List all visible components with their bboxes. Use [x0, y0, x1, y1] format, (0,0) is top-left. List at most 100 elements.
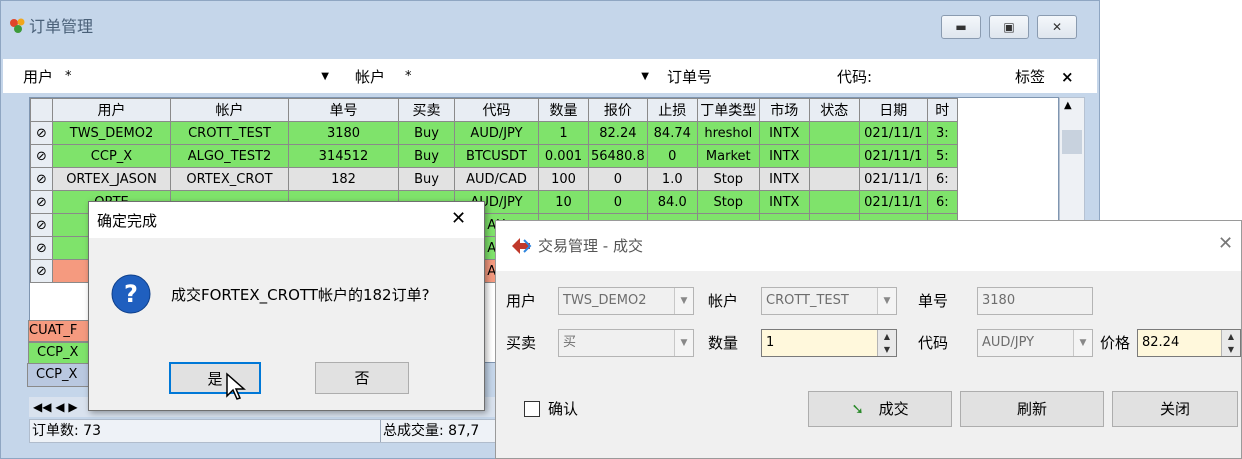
table-cell: 84.74	[646, 121, 698, 145]
confirm-dialog-header: 确定完成 ✕	[89, 202, 484, 238]
table-cell: INTX	[758, 167, 810, 191]
code-select[interactable]: AUD/JPY ▼	[977, 329, 1093, 357]
table-cell: 314512	[288, 144, 399, 168]
fill-button[interactable]: ➘ 成交	[808, 391, 952, 427]
code-value: AUD/JPY	[982, 335, 1035, 350]
trade-app-icon	[510, 236, 532, 256]
code-filter-input[interactable]	[893, 65, 1003, 89]
table-cell: 0	[646, 144, 698, 168]
fill-button-label: 成交	[878, 400, 909, 418]
row-status-icon: ⊘	[30, 121, 53, 145]
table-cell: Market	[696, 144, 760, 168]
account-filter-input[interactable]: * ▼	[405, 65, 655, 89]
column-header[interactable]: 用户	[52, 98, 171, 122]
table-cell: INTX	[758, 121, 810, 145]
column-header[interactable]: 代码	[454, 98, 539, 122]
price-stepper[interactable]: 82.24 ▲ ▼	[1137, 329, 1241, 357]
price-value: 82.24	[1142, 335, 1180, 350]
no-button[interactable]: 否	[315, 362, 409, 394]
chevron-down-icon[interactable]: ▼	[674, 288, 693, 314]
table-cell: Buy	[398, 144, 455, 168]
price-label: 价格	[1100, 334, 1131, 352]
close-button[interactable]: 关闭	[1112, 391, 1238, 427]
next-record-icon[interactable]: ▶	[68, 400, 77, 414]
app-logo-icon	[9, 17, 27, 35]
table-cell	[808, 144, 860, 168]
maximize-button[interactable]: ▣	[989, 15, 1029, 39]
column-header[interactable]: 止损	[646, 98, 698, 122]
user-dropdown-icon[interactable]: ▼	[321, 65, 329, 89]
column-header[interactable]: 单号	[288, 98, 399, 122]
chevron-down-icon[interactable]: ▼	[1073, 330, 1092, 356]
table-cell: ORTEX_CROT	[170, 167, 289, 191]
column-header[interactable]: 买卖	[398, 98, 455, 122]
code-filter-label: 代码:	[837, 68, 873, 86]
table-cell: AUD/CAD	[454, 167, 539, 191]
column-header[interactable]: 状态	[808, 98, 860, 122]
table-row[interactable]: ⊘ TWS_DEMO2 CROTT_TEST 3180 Buy AUD/JPY 1 82.24…	[30, 121, 958, 145]
account-dropdown-icon[interactable]: ▼	[641, 65, 649, 89]
yes-button[interactable]: 是	[169, 362, 261, 394]
table-cell: INTX	[758, 190, 810, 214]
chevron-down-icon[interactable]: ▼	[877, 288, 896, 314]
stepper-arrows-icon[interactable]: ▲ ▼	[1221, 330, 1240, 356]
row-status-icon: ⊘	[30, 190, 53, 214]
chevron-down-icon[interactable]: ▼	[674, 330, 693, 356]
table-cell: 82.24	[588, 121, 648, 145]
user-label: 用户	[506, 292, 537, 310]
scroll-up-icon[interactable]: ▲	[1064, 100, 1072, 111]
confirm-checkbox[interactable]	[524, 401, 540, 417]
row-status-icon: ⊘	[30, 236, 53, 260]
column-header[interactable]: 日期	[858, 98, 928, 122]
column-header[interactable]: 数量	[538, 98, 589, 122]
list-item: CCP_X	[37, 345, 79, 360]
table-cell: 6:	[926, 190, 958, 214]
user-filter-input[interactable]: * ▼	[65, 65, 335, 89]
table-cell: 56480.8	[588, 144, 648, 168]
table-cell: 0	[588, 167, 648, 191]
table-cell: 3:	[926, 121, 958, 145]
close-window-button[interactable]: ✕	[1037, 15, 1077, 39]
order-field[interactable]: 3180	[977, 287, 1093, 315]
column-header[interactable]: 时	[926, 98, 958, 122]
prev-record-icon[interactable]: ◀	[55, 400, 64, 414]
table-cell: INTX	[758, 144, 810, 168]
stepper-arrows-icon[interactable]: ▲ ▼	[877, 330, 896, 356]
table-row[interactable]: ⊘ ORTEX_JASON ORTEX_CROT 182 Buy AUD/CAD 100 0 1…	[30, 167, 958, 191]
first-record-icon[interactable]: ◀◀	[29, 400, 51, 414]
table-row[interactable]: CCP_X	[27, 363, 97, 387]
user-filter-value: *	[65, 69, 72, 84]
order-number-input[interactable]	[731, 65, 821, 89]
side-label: 买卖	[506, 334, 537, 352]
confirm-message: 成交FORTEX_CROTT帐户的182订单?	[171, 286, 430, 304]
table-cell: Buy	[398, 167, 455, 191]
close-icon[interactable]: ✕	[1218, 233, 1233, 254]
table-cell: 021/11/1	[858, 167, 928, 191]
account-select[interactable]: CROTT_TEST ▼	[761, 287, 897, 315]
table-cell: 84.0	[646, 190, 698, 214]
svg-text:?: ?	[124, 280, 138, 308]
scroll-thumb[interactable]	[1062, 130, 1082, 154]
minimize-button[interactable]: ▬	[941, 15, 981, 39]
account-label: 帐户	[708, 292, 739, 310]
column-header[interactable]: 报价	[588, 98, 648, 122]
trade-dialog-header: 交易管理 - 成交 ✕	[496, 221, 1241, 271]
window-title: 订单管理	[29, 17, 94, 36]
quantity-stepper[interactable]: 1 ▲ ▼	[761, 329, 897, 357]
table-cell: AUD/JPY	[454, 121, 539, 145]
refresh-button[interactable]: 刷新	[960, 391, 1104, 427]
side-select[interactable]: 买 ▼	[558, 329, 694, 357]
column-header[interactable]: 市场	[758, 98, 810, 122]
confirm-dialog: 确定完成 ✕ ? 成交FORTEX_CROTT帐户的182订单? 是 否	[88, 201, 485, 411]
column-header[interactable]: 丁单类型	[696, 98, 760, 122]
total-volume: 总成交量: 87,7	[380, 420, 479, 442]
mouse-cursor-icon	[225, 372, 247, 402]
close-icon[interactable]: ✕	[451, 208, 466, 229]
arrow-right-icon: ➘	[851, 400, 864, 418]
table-cell: TWS_DEMO2	[52, 121, 171, 145]
table-row[interactable]: ⊘ CCP_X ALGO_TEST2 314512 Buy BTCUSDT 0.001 564…	[30, 144, 958, 168]
column-header[interactable]: 帐户	[170, 98, 289, 122]
tag-close-icon[interactable]: ×	[1061, 65, 1074, 89]
table-cell: 6:	[926, 167, 958, 191]
user-select[interactable]: TWS_DEMO2 ▼	[558, 287, 694, 315]
